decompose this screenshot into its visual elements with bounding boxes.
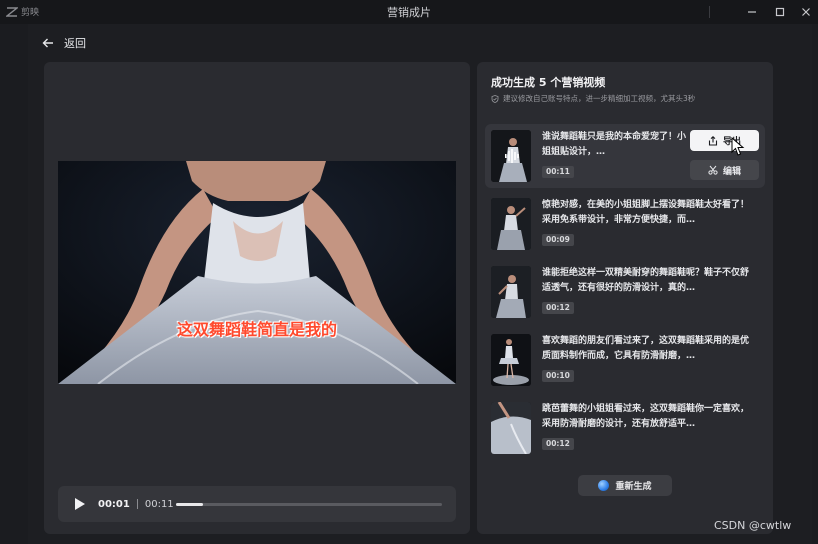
video-result-item[interactable]: 跳芭蕾舞的小姐姐看过来，这双舞蹈鞋你一定喜欢，采用防滑耐磨的设计，还有放舒适平…… (485, 396, 765, 460)
csdn-watermark: CSDN @cwtlw (714, 519, 792, 532)
maximize-icon (775, 7, 785, 17)
play-icon (75, 498, 85, 510)
video-result-item[interactable]: 谁说舞蹈鞋只是我的本命爱宠了！小姐姐贴设计，… 00:11 导出 编辑 (485, 124, 765, 188)
results-tip: 建议修改自己账号特点，进一步精细加工视频，尤其头3秒 (491, 93, 695, 104)
results-tip-text: 建议修改自己账号特点，进一步精细加工视频，尤其头3秒 (503, 94, 696, 103)
duration-badge: 00:10 (542, 370, 574, 382)
export-button[interactable]: 导出 (690, 130, 759, 151)
regenerate-button[interactable]: 重新生成 (578, 475, 672, 496)
back-label: 返回 (64, 37, 86, 50)
video-frame[interactable]: 这双舞蹈鞋简直是我的 (58, 161, 456, 384)
minimize-icon (748, 11, 756, 13)
duration-badge: 00:09 (542, 234, 574, 246)
mouse-cursor-icon (731, 137, 745, 156)
results-title: 成功生成 5 个营销视频 (491, 76, 606, 89)
player-controls: 00:01 00:11 (58, 486, 456, 522)
video-preview-panel: 这双舞蹈鞋简直是我的 00:01 00:11 (44, 62, 470, 534)
shield-check-icon (491, 94, 499, 103)
ballerina-video-image (58, 161, 456, 384)
edit-label: 编辑 (722, 166, 741, 177)
video-thumbnail (491, 334, 531, 386)
item-description: 喜欢舞蹈的朋友们看过来了，这双舞蹈鞋采用的是优质面料制作而成，它具有防滑耐磨，… (542, 336, 750, 361)
current-time: 00:01 (98, 498, 130, 510)
item-description: 谁说舞蹈鞋只是我的本命爱宠了！小姐姐贴设计，… (542, 132, 687, 157)
maximize-button[interactable] (769, 3, 791, 21)
close-icon (802, 8, 810, 16)
video-thumbnail (491, 130, 531, 182)
title-divider (709, 6, 710, 18)
export-icon (708, 135, 718, 146)
item-description: 跳芭蕾舞的小姐姐看过来，这双舞蹈鞋你一定喜欢，采用防滑耐磨的设计，还有放舒适平… (542, 404, 750, 429)
video-thumbnail (491, 402, 531, 454)
item-description: 惊艳对感，在美的小姐姐脚上摆设舞蹈鞋太好看了！采用免系带设计，非常方便快捷，而… (542, 200, 750, 225)
ballerina-thumbnail-image (491, 402, 531, 454)
ballerina-thumbnail-image (491, 266, 531, 318)
edit-button[interactable]: 编辑 (690, 160, 759, 180)
progress-fill (176, 503, 203, 506)
duration-badge: 00:12 (542, 302, 574, 314)
results-panel: 成功生成 5 个营销视频 建议修改自己账号特点，进一步精细加工视频，尤其头3秒 … (477, 62, 773, 534)
ai-orb-icon (598, 480, 610, 491)
video-thumbnail (491, 266, 531, 318)
video-result-item[interactable]: 谁能拒绝这样一双精美耐穿的舞蹈鞋呢？鞋子不仅舒适透气，还有很好的防滑设计，真的…… (485, 260, 765, 324)
back-button[interactable]: 返回 (42, 35, 86, 51)
item-description: 谁能拒绝这样一双精美耐穿的舞蹈鞋呢？鞋子不仅舒适透气，还有很好的防滑设计，真的… (542, 268, 750, 293)
play-button[interactable] (72, 496, 88, 512)
time-divider (136, 499, 138, 509)
duration-badge: 00:11 (542, 166, 574, 178)
ballerina-thumbnail-image (491, 198, 531, 250)
video-result-item[interactable]: 喜欢舞蹈的朋友们看过来了，这双舞蹈鞋采用的是优质面料制作而成，它具有防滑耐磨，…… (485, 328, 765, 392)
total-time: 00:11 (144, 498, 174, 510)
duration-badge: 00:12 (542, 438, 574, 450)
arrow-left-icon (42, 38, 53, 48)
scissors-icon (708, 165, 718, 175)
audio-wave-icon (505, 149, 519, 163)
video-thumbnail (491, 198, 531, 250)
ballerina-thumbnail-image (491, 334, 531, 386)
minimize-button[interactable] (741, 3, 763, 21)
title-bar: 剪映 营销成片 (0, 0, 818, 24)
progress-bar[interactable] (176, 503, 442, 506)
close-button[interactable] (795, 3, 817, 21)
video-subtitle: 这双舞蹈鞋简直是我的 (176, 320, 337, 339)
regenerate-label: 重新生成 (615, 482, 652, 492)
window-title: 营销成片 (387, 6, 431, 19)
video-result-item[interactable]: 惊艳对感，在美的小姐姐脚上摆设舞蹈鞋太好看了！采用免系带设计，非常方便快捷，而…… (485, 192, 765, 256)
